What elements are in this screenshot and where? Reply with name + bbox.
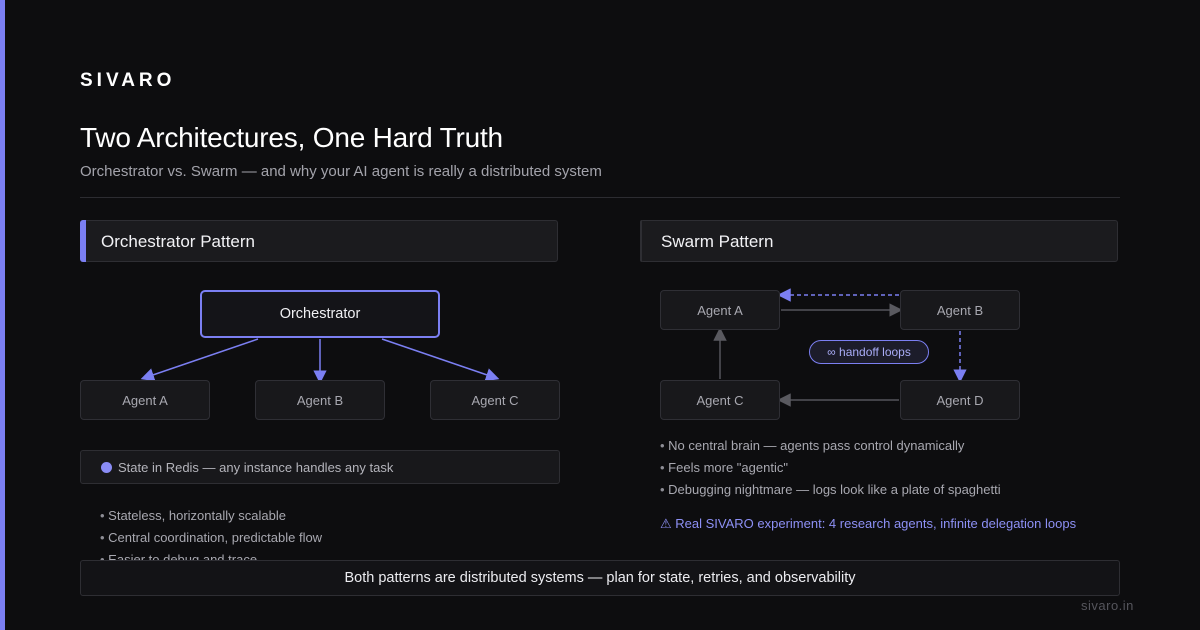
edge-orchestrator-agent-a [140, 338, 259, 382]
swarm-panel-header: Swarm Pattern [640, 220, 1118, 262]
divider [80, 197, 1120, 198]
page-subtitle: Orchestrator vs. Swarm — and why your AI… [80, 163, 602, 180]
edge-orchestrator-agent-c [381, 338, 500, 382]
swarm-agent-c: Agent C [660, 380, 780, 420]
brand-logo: SIVARO [80, 70, 176, 91]
dot-icon [101, 461, 112, 473]
state-note: State in Redis — any instance handles an… [80, 450, 560, 484]
orchestrator-header-label: Orchestrator Pattern [101, 232, 256, 251]
warning-note: ⚠ Real SIVARO experiment: 4 research age… [660, 516, 1077, 531]
list-item: Stateless, horizontally scalable [100, 505, 322, 527]
orchestrator-agent-c: Agent C [430, 380, 560, 420]
swarm-header-accent [640, 220, 642, 262]
list-item: Feels more "agentic" [660, 457, 1001, 479]
footer-callout: Both patterns are distributed systems — … [80, 560, 1120, 596]
list-item: No central brain — agents pass control d… [660, 435, 1001, 457]
handoff-loops-badge: ∞ handoff loops [809, 340, 929, 364]
orchestrator-header-accent [80, 220, 86, 262]
list-item: Central coordination, predictable flow [100, 527, 322, 549]
orchestrator-bullets: Stateless, horizontally scalable Central… [100, 505, 322, 562]
swarm-bullets: No central brain — agents pass control d… [660, 435, 1001, 501]
swarm-agent-b: Agent B [900, 290, 1020, 330]
orchestrator-node: Orchestrator [200, 290, 440, 338]
swarm-agent-d: Agent D [900, 380, 1020, 420]
page-title: Two Architectures, One Hard Truth [80, 122, 503, 153]
site-url: sivaro.in [1081, 598, 1134, 613]
orchestrator-agent-a: Agent A [80, 380, 210, 420]
state-note-text: State in Redis — any instance handles an… [118, 459, 394, 475]
list-item: Debugging nightmare — logs look like a p… [660, 479, 1000, 501]
accent-bar [0, 0, 5, 630]
orchestrator-panel-header: Orchestrator Pattern [80, 220, 558, 262]
swarm-header-label: Swarm Pattern [661, 232, 774, 251]
orchestrator-agent-b: Agent B [255, 380, 385, 420]
swarm-agent-a: Agent A [660, 290, 780, 330]
